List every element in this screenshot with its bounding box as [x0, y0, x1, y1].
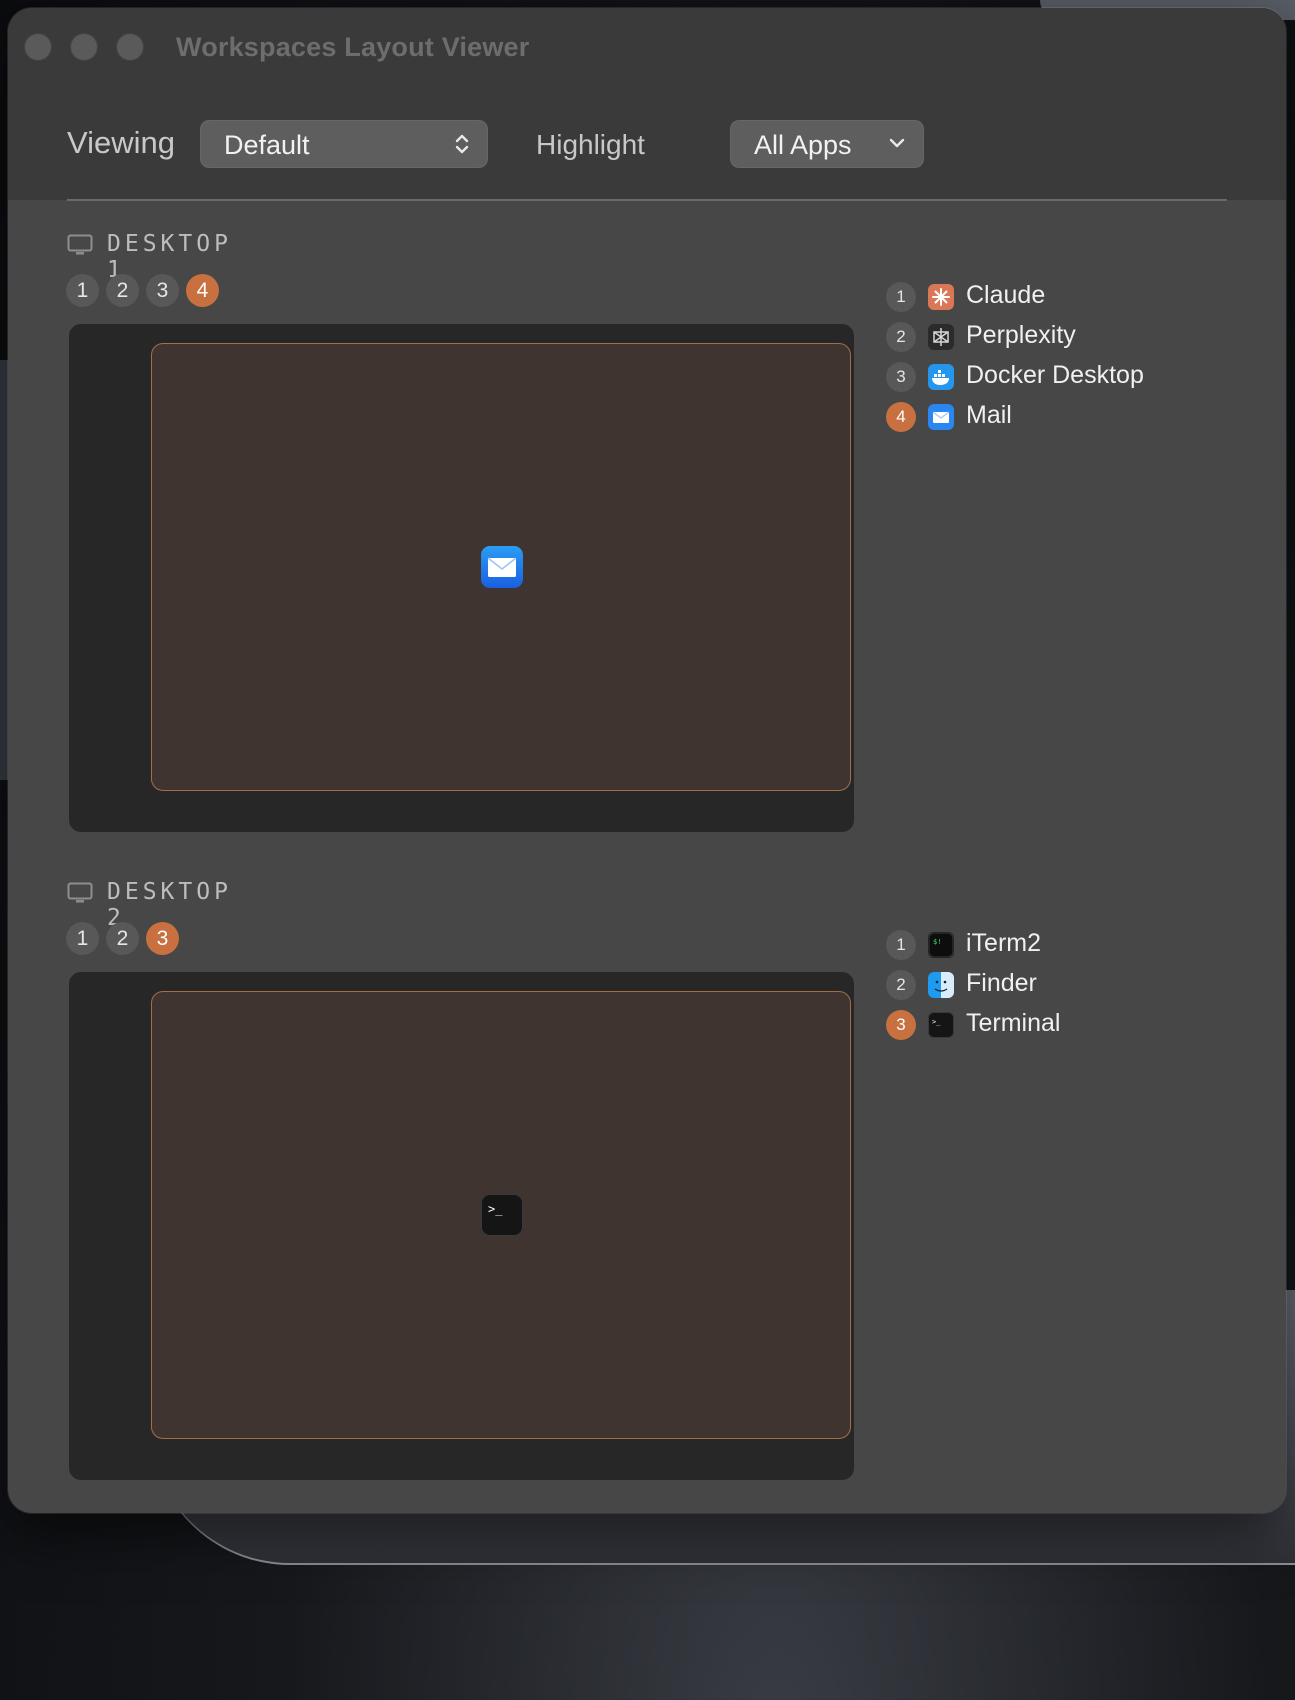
- finder-icon: [928, 972, 954, 998]
- app-name: Finder: [966, 969, 1037, 997]
- desktop-1-badge-4-active[interactable]: 4: [186, 274, 219, 307]
- app-number-badge: 2: [886, 970, 916, 1000]
- toolbar-divider: [67, 199, 1227, 201]
- app-name: Claude: [966, 281, 1046, 309]
- iterm-icon: $!: [928, 932, 954, 958]
- claude-icon: [928, 284, 954, 310]
- app-name: Docker Desktop: [966, 361, 1144, 389]
- desktop-2-badge-2[interactable]: 2: [106, 922, 139, 955]
- chevron-down-icon: [889, 138, 905, 148]
- desktop-1-badge-2[interactable]: 2: [106, 274, 139, 307]
- desktop-2-badge-3-active[interactable]: 3: [146, 922, 179, 955]
- terminal-window-frame[interactable]: >_: [151, 991, 851, 1439]
- desktop-2-preview: >_: [69, 972, 854, 1480]
- svg-text:>_: >_: [932, 1018, 941, 1026]
- terminal-icon: >_: [481, 1194, 523, 1236]
- mail-window-frame[interactable]: [151, 343, 851, 791]
- desktop-2-badge-1[interactable]: 1: [66, 922, 99, 955]
- app-number-badge: 2: [886, 322, 916, 352]
- perplexity-icon: [928, 324, 954, 350]
- viewing-label: Viewing: [67, 125, 176, 160]
- highlight-label: Highlight: [536, 129, 645, 160]
- close-window-button[interactable]: [24, 33, 52, 61]
- svg-text:$!: $!: [933, 938, 941, 946]
- app-name: Perplexity: [966, 321, 1076, 349]
- app-name: iTerm2: [966, 929, 1042, 957]
- terminal-icon: >_: [928, 1012, 954, 1038]
- highlight-select-value: All Apps: [754, 130, 852, 160]
- app-name: Mail: [966, 401, 1012, 429]
- app-window: Workspaces Layout Viewer Viewing Default…: [8, 8, 1286, 1513]
- app-number-badge: 1: [886, 282, 916, 312]
- desktop-1-preview: [69, 324, 854, 832]
- highlight-select[interactable]: All Apps: [730, 120, 924, 168]
- viewing-select-value: Default: [224, 130, 310, 160]
- mail-icon: [928, 404, 954, 430]
- docker-icon: [928, 364, 954, 390]
- svg-text:>_: >_: [488, 1202, 503, 1216]
- monitor-icon: [67, 882, 93, 903]
- minimize-window-button[interactable]: [70, 33, 98, 61]
- app-name: Terminal: [966, 1009, 1061, 1037]
- zoom-window-button[interactable]: [116, 33, 144, 61]
- viewing-select[interactable]: Default: [200, 120, 488, 168]
- mail-icon: [481, 546, 523, 588]
- app-number-badge-active: 3: [886, 1010, 916, 1040]
- window-title: Workspaces Layout Viewer: [176, 32, 530, 62]
- monitor-icon: [67, 234, 93, 255]
- up-down-chevron-icon: [455, 134, 469, 154]
- titlebar: Workspaces Layout Viewer Viewing Default…: [8, 8, 1286, 200]
- app-number-badge: 3: [886, 362, 916, 392]
- desktop-background-edge: [0, 360, 8, 780]
- desktop-1-badge-1[interactable]: 1: [66, 274, 99, 307]
- app-number-badge-active: 4: [886, 402, 916, 432]
- app-number-badge: 1: [886, 930, 916, 960]
- desktop-1-badge-3[interactable]: 3: [146, 274, 179, 307]
